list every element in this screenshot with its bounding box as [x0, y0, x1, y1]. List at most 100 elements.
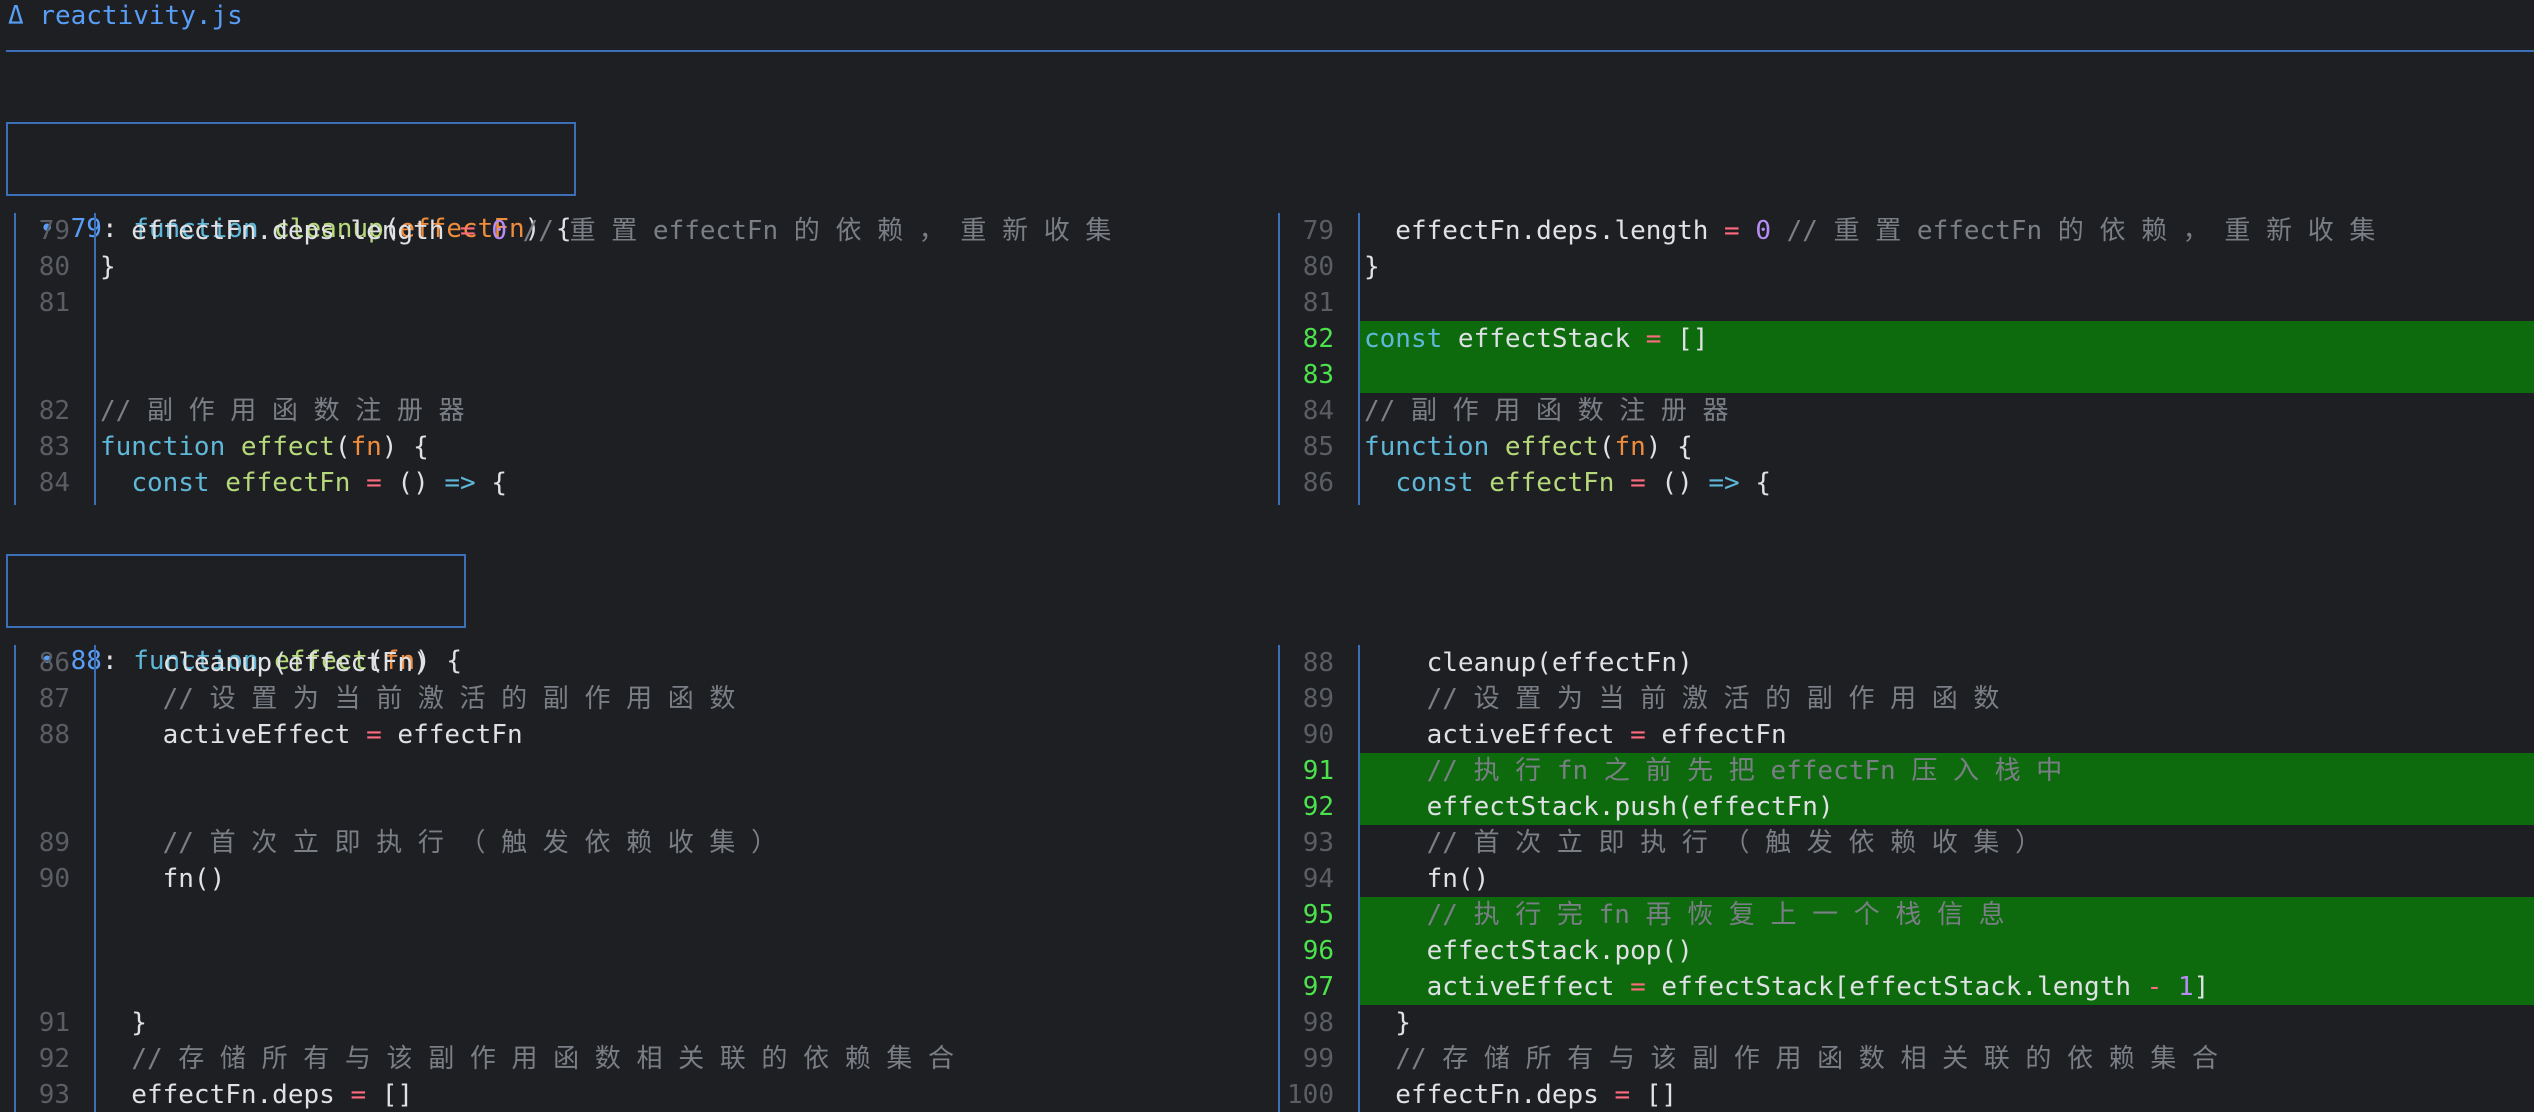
- line-number: 90: [1302, 720, 1334, 750]
- code-comment: // 设 置 为 当 前 激 活 的 副 作 用 函 数: [1426, 684, 2000, 714]
- diff-line[interactable]: 93 // 首 次 立 即 执 行 （ 触 发 依 赖 收 集 ）: [1280, 825, 2534, 861]
- diff-line[interactable]: 88 activeEffect = effectFn: [16, 717, 1266, 753]
- diff-line-added[interactable]: 92 effectStack.push(effectFn): [1303, 789, 2534, 825]
- diff-line[interactable]: 83 function effect(fn) {: [16, 429, 1266, 465]
- diff-line-filler: [16, 753, 1266, 789]
- code-token: function: [1364, 432, 1505, 462]
- line-number: 86: [38, 648, 70, 678]
- code-token: =: [366, 720, 382, 750]
- code-token: }: [100, 1008, 147, 1038]
- code-token: []: [366, 1080, 414, 1110]
- diff-line[interactable]: 82 // 副 作 用 函 数 注 册 器: [16, 393, 1266, 429]
- line-code: effectFn.deps.length = 0 // 重 置 effectFn…: [100, 213, 1111, 249]
- line-number: 84: [38, 468, 70, 498]
- line-code: cleanup(effectFn): [1364, 645, 1693, 681]
- diff-line[interactable]: 90 activeEffect = effectFn: [1280, 717, 2534, 753]
- diff-line[interactable]: 98 }: [1280, 1005, 2534, 1041]
- diff-line-filler: [16, 789, 1266, 825]
- line-number: 81: [1302, 288, 1334, 318]
- code-comment: // 存 储 所 有 与 该 副 作 用 函 数 相 关 联 的 依 赖 集 合: [131, 1044, 955, 1074]
- diff-line[interactable]: 85 function effect(fn) {: [1280, 429, 2534, 465]
- line-number: 94: [1302, 864, 1334, 894]
- diff-line[interactable]: 80}: [1280, 249, 2534, 285]
- diff-line[interactable]: 80}: [16, 249, 1266, 285]
- diff-line-added[interactable]: 97 activeEffect = effectStack[effectStac…: [1303, 969, 2534, 1005]
- line-number: 98: [1302, 1008, 1334, 1038]
- diff-line[interactable]: 92 // 存 储 所 有 与 该 副 作 用 函 数 相 关 联 的 依 赖 …: [16, 1041, 1266, 1077]
- diff-line[interactable]: 99 // 存 储 所 有 与 该 副 作 用 函 数 相 关 联 的 依 赖 …: [1280, 1041, 2534, 1077]
- diff-line[interactable]: 94 fn(): [1280, 861, 2534, 897]
- line-number: 83: [38, 432, 70, 462]
- diff-line[interactable]: 81: [1280, 285, 2534, 321]
- line-code: activeEffect = effectFn: [1364, 717, 1787, 753]
- code-token: ]: [2193, 972, 2210, 1002]
- diff-line-added[interactable]: 96 effectStack.pop(): [1303, 933, 2534, 969]
- diff-line[interactable]: 100 effectFn.deps = []: [1280, 1077, 2534, 1112]
- code-comment: // 首 次 立 即 执 行 （ 触 发 依 赖 收 集 ）: [162, 828, 778, 858]
- line-number: 80: [1302, 252, 1334, 282]
- line-number: 84: [1302, 396, 1334, 426]
- diff-line[interactable]: 93 effectFn.deps = []: [16, 1077, 1266, 1112]
- hunk-2-left-pane[interactable]: 86 cleanup(effectFn) 87 // 设 置 为 当 前 激 活 …: [14, 645, 1266, 1112]
- code-token: effectFn.deps: [100, 1080, 351, 1110]
- code-token: =: [350, 1080, 367, 1110]
- code-token: fn(): [100, 864, 226, 894]
- code-token: {: [1739, 468, 1772, 498]
- code-token: effectStack.pop(): [1364, 936, 1693, 966]
- code-token: =: [366, 468, 382, 498]
- line-code: cleanup(effectFn): [100, 645, 429, 681]
- line-code: // 首 次 立 即 执 行 （ 触 发 依 赖 收 集 ）: [100, 825, 777, 861]
- hunk-header-2[interactable]: • 88: function effect(fn) {: [6, 554, 466, 676]
- diff-line[interactable]: 79 effectFn.deps.length = 0 // 重 置 effec…: [1280, 213, 2534, 249]
- line-number: 86: [1302, 468, 1334, 498]
- line-number: 89: [38, 828, 70, 858]
- code-comment: // 执 行 完 fn 再 恢 复 上 一 个 栈 信 息: [1426, 900, 2005, 930]
- diff-line[interactable]: 87 // 设 置 为 当 前 激 活 的 副 作 用 函 数: [16, 681, 1266, 717]
- diff-line[interactable]: 79 effectFn.deps.length = 0 // 重 置 effec…: [16, 213, 1266, 249]
- code-token: =>: [1708, 468, 1740, 498]
- code-token: =>: [444, 468, 476, 498]
- line-number: 83: [1302, 360, 1334, 390]
- diff-line-filler: [16, 897, 1266, 933]
- code-token: effectStack.push(effectFn): [1364, 792, 1834, 822]
- diff-line[interactable]: 84 const effectFn = () => {: [16, 465, 1266, 501]
- code-token: (: [1598, 432, 1615, 462]
- diff-line[interactable]: 89 // 首 次 立 即 执 行 （ 触 发 依 赖 收 集 ）: [16, 825, 1266, 861]
- hunk-1-left-pane[interactable]: 79 effectFn.deps.length = 0 // 重 置 effec…: [14, 213, 1266, 505]
- line-code: effectFn.deps = []: [100, 1077, 413, 1112]
- file-title[interactable]: Δ reactivity.js: [8, 0, 243, 34]
- diff-line[interactable]: 81: [16, 285, 1266, 321]
- diff-line[interactable]: 89 // 设 置 为 当 前 激 活 的 副 作 用 函 数: [1280, 681, 2534, 717]
- diff-line[interactable]: 86 cleanup(effectFn): [16, 645, 1266, 681]
- code-comment: // 存 储 所 有 与 该 副 作 用 函 数 相 关 联 的 依 赖 集 合: [1395, 1044, 2219, 1074]
- line-number: 79: [1302, 216, 1334, 246]
- code-token: fn: [350, 432, 382, 462]
- diff-line-added[interactable]: 95 // 执 行 完 fn 再 恢 复 上 一 个 栈 信 息: [1303, 897, 2534, 933]
- diff-line[interactable]: 91 }: [16, 1005, 1266, 1041]
- diff-line[interactable]: 88 cleanup(effectFn): [1280, 645, 2534, 681]
- line-code: // 副 作 用 函 数 注 册 器: [100, 393, 465, 429]
- line-code: fn(): [100, 861, 226, 897]
- line-code: }: [100, 249, 116, 285]
- diff-line[interactable]: 86 const effectFn = () => {: [1280, 465, 2534, 501]
- line-number: 79: [38, 216, 70, 246]
- line-code: // 设 置 为 当 前 激 活 的 副 作 用 函 数: [1364, 681, 2000, 717]
- line-code: // 存 储 所 有 与 该 副 作 用 函 数 相 关 联 的 依 赖 集 合: [1364, 1041, 2218, 1077]
- diff-line[interactable]: 90 fn(): [16, 861, 1266, 897]
- line-code: // 副 作 用 函 数 注 册 器: [1364, 393, 1729, 429]
- diff-line-added[interactable]: 91 // 执 行 fn 之 前 先 把 effectFn 压 入 栈 中: [1303, 753, 2534, 789]
- diff-line-added[interactable]: 83: [1303, 357, 2534, 393]
- line-code: effectFn.deps = []: [1364, 1077, 1677, 1112]
- line-number: 90: [38, 864, 70, 894]
- diff-line-added[interactable]: 82 const effectStack = []: [1303, 321, 2534, 357]
- diff-line[interactable]: 84 // 副 作 用 函 数 注 册 器: [1280, 393, 2534, 429]
- line-number: 87: [38, 684, 70, 714]
- hunk-header-1[interactable]: • 79: function cleanup(effectFn) {: [6, 122, 576, 244]
- hunk-1-right-pane[interactable]: 79 effectFn.deps.length = 0 // 重 置 effec…: [1278, 213, 2534, 505]
- code-token: =: [1645, 324, 1662, 354]
- hunk-2-right-pane[interactable]: 88 cleanup(effectFn) 89 // 设 置 为 当 前 激 活 …: [1278, 645, 2534, 1112]
- code-token: const: [131, 468, 226, 498]
